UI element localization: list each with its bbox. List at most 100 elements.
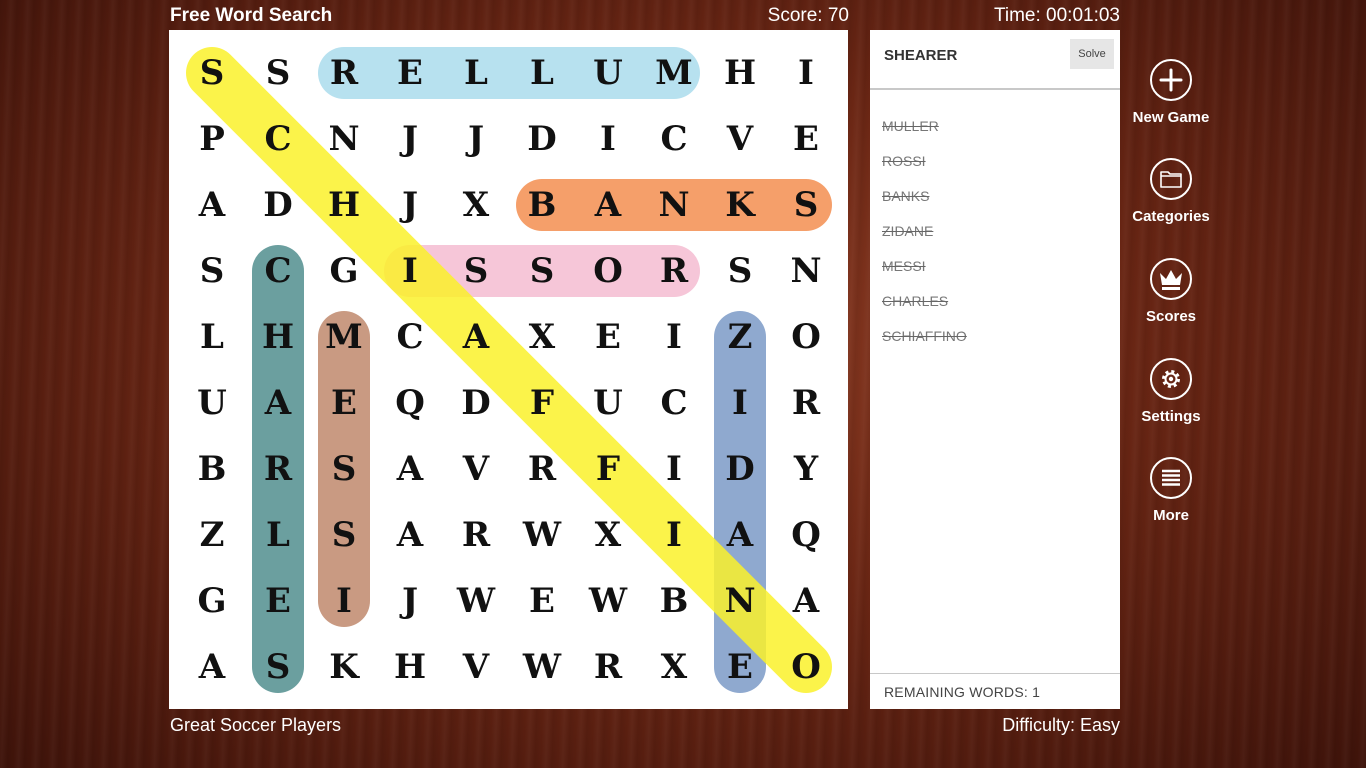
solve-button[interactable]: Solve — [1070, 39, 1114, 69]
grid-cell[interactable]: Y — [773, 436, 839, 502]
grid-cell[interactable]: D — [443, 370, 509, 436]
grid-cell[interactable]: A — [179, 172, 245, 238]
grid-cell[interactable]: O — [773, 304, 839, 370]
grid-cell[interactable]: U — [575, 370, 641, 436]
grid-cell[interactable]: S — [245, 40, 311, 106]
grid-cell[interactable]: V — [443, 634, 509, 700]
puzzle-grid[interactable]: SSRELLUMHIPCNJJDICVEADHJXBANKSSCGISSORSN… — [169, 30, 848, 709]
grid-cell[interactable]: M — [311, 304, 377, 370]
grid-cell[interactable]: W — [509, 634, 575, 700]
grid-cell[interactable]: X — [575, 502, 641, 568]
grid-cell[interactable]: R — [641, 238, 707, 304]
grid-cell[interactable]: Q — [377, 370, 443, 436]
grid-cell[interactable]: R — [509, 436, 575, 502]
grid-cell[interactable]: J — [377, 106, 443, 172]
grid-cell[interactable]: H — [311, 172, 377, 238]
grid-cell[interactable]: U — [179, 370, 245, 436]
grid-cell[interactable]: Z — [707, 304, 773, 370]
grid-cell[interactable]: C — [245, 106, 311, 172]
settings-button[interactable]: Settings — [1122, 358, 1220, 425]
grid-cell[interactable]: A — [773, 568, 839, 634]
grid-cell[interactable]: V — [707, 106, 773, 172]
grid-cell[interactable]: I — [707, 370, 773, 436]
grid-cell[interactable]: Z — [179, 502, 245, 568]
grid-cell[interactable]: E — [377, 40, 443, 106]
grid-cell[interactable]: S — [509, 238, 575, 304]
grid-cell[interactable]: E — [773, 106, 839, 172]
grid-cell[interactable]: A — [377, 436, 443, 502]
grid-cell[interactable]: O — [575, 238, 641, 304]
grid-cell[interactable]: B — [641, 568, 707, 634]
grid-cell[interactable]: A — [245, 370, 311, 436]
grid-cell[interactable]: D — [707, 436, 773, 502]
grid-cell[interactable]: C — [377, 304, 443, 370]
grid-cell[interactable]: N — [641, 172, 707, 238]
grid-cell[interactable]: H — [377, 634, 443, 700]
grid-cell[interactable]: G — [311, 238, 377, 304]
grid-cell[interactable]: R — [245, 436, 311, 502]
grid-cell[interactable]: S — [707, 238, 773, 304]
grid-cell[interactable]: J — [443, 106, 509, 172]
grid-cell[interactable]: W — [509, 502, 575, 568]
grid-cell[interactable]: N — [707, 568, 773, 634]
grid-cell[interactable]: L — [179, 304, 245, 370]
grid-cell[interactable]: C — [641, 370, 707, 436]
new-game-button[interactable]: New Game — [1122, 59, 1220, 126]
grid-cell[interactable]: S — [311, 502, 377, 568]
grid-cell[interactable]: D — [245, 172, 311, 238]
grid-cell[interactable]: L — [509, 40, 575, 106]
grid-cell[interactable]: I — [641, 304, 707, 370]
grid-cell[interactable]: S — [245, 634, 311, 700]
grid-cell[interactable]: X — [641, 634, 707, 700]
grid-cell[interactable]: Q — [773, 502, 839, 568]
grid-cell[interactable]: W — [443, 568, 509, 634]
grid-cell[interactable]: J — [377, 568, 443, 634]
grid-cell[interactable]: R — [575, 634, 641, 700]
grid-cell[interactable]: X — [509, 304, 575, 370]
grid-cell[interactable]: S — [311, 436, 377, 502]
grid-cell[interactable]: I — [773, 40, 839, 106]
grid-cell[interactable]: K — [707, 172, 773, 238]
grid-cell[interactable]: V — [443, 436, 509, 502]
grid-cell[interactable]: F — [575, 436, 641, 502]
grid-cell[interactable]: I — [575, 106, 641, 172]
grid-cell[interactable]: R — [773, 370, 839, 436]
grid-cell[interactable]: M — [641, 40, 707, 106]
grid-cell[interactable]: X — [443, 172, 509, 238]
grid-cell[interactable]: N — [311, 106, 377, 172]
grid-cell[interactable]: G — [179, 568, 245, 634]
grid-cell[interactable]: E — [311, 370, 377, 436]
grid-cell[interactable]: D — [509, 106, 575, 172]
grid-cell[interactable]: E — [707, 634, 773, 700]
grid-cell[interactable]: S — [773, 172, 839, 238]
scores-button[interactable]: Scores — [1122, 258, 1220, 325]
grid-cell[interactable]: R — [311, 40, 377, 106]
grid-cell[interactable]: K — [311, 634, 377, 700]
grid-cell[interactable]: U — [575, 40, 641, 106]
grid-cell[interactable]: A — [179, 634, 245, 700]
grid-cell[interactable]: C — [641, 106, 707, 172]
grid-cell[interactable]: H — [245, 304, 311, 370]
grid-cell[interactable]: S — [179, 238, 245, 304]
grid-cell[interactable]: B — [179, 436, 245, 502]
grid-cell[interactable]: E — [575, 304, 641, 370]
grid-cell[interactable]: N — [773, 238, 839, 304]
grid-cell[interactable]: W — [575, 568, 641, 634]
grid-cell[interactable]: S — [179, 40, 245, 106]
grid-cell[interactable]: I — [311, 568, 377, 634]
grid-cell[interactable]: P — [179, 106, 245, 172]
grid-cell[interactable]: L — [245, 502, 311, 568]
grid-cell[interactable]: A — [707, 502, 773, 568]
grid-cell[interactable]: O — [773, 634, 839, 700]
grid-cell[interactable]: H — [707, 40, 773, 106]
grid-cell[interactable]: E — [245, 568, 311, 634]
grid-cell[interactable]: J — [377, 172, 443, 238]
grid-cell[interactable]: A — [443, 304, 509, 370]
grid-cell[interactable]: R — [443, 502, 509, 568]
more-button[interactable]: More — [1122, 457, 1220, 524]
grid-cell[interactable]: S — [443, 238, 509, 304]
grid-cell[interactable]: A — [575, 172, 641, 238]
grid-cell[interactable]: F — [509, 370, 575, 436]
grid-cell[interactable]: C — [245, 238, 311, 304]
grid-cell[interactable]: L — [443, 40, 509, 106]
